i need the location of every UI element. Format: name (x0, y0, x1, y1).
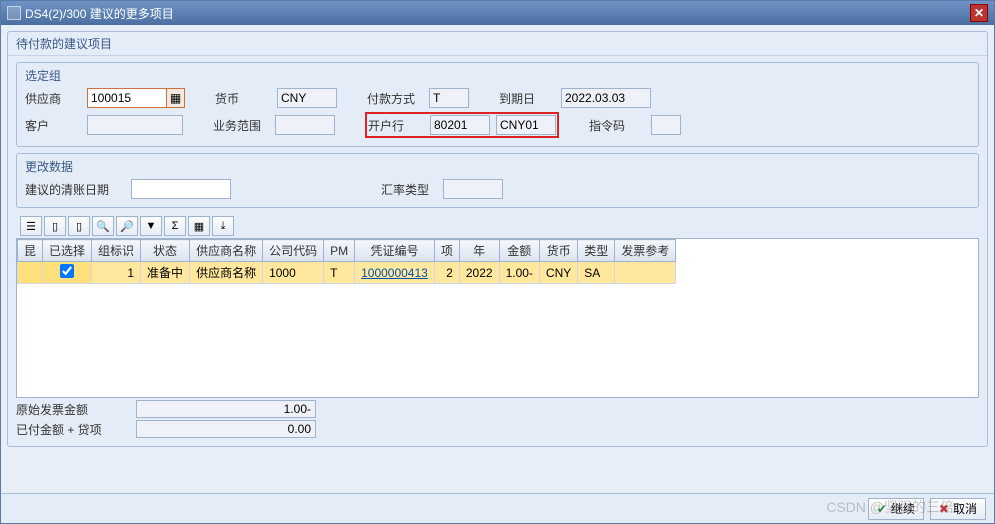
grid: 昆 已选择 组标识 状态 供应商名称 公司代码 PM 凭证编号 项 年 金额 货… (16, 238, 979, 398)
col-7[interactable]: 项 (434, 240, 459, 262)
bank-input-2[interactable] (496, 115, 556, 135)
duedate-input[interactable] (561, 88, 651, 108)
vendor-label: 供应商 (25, 90, 81, 107)
app-icon (7, 6, 21, 20)
currency-label: 货币 (215, 90, 271, 107)
bank-highlight: 开户行 (365, 112, 559, 138)
instr-input[interactable] (651, 115, 681, 135)
col-9[interactable]: 金额 (499, 240, 539, 262)
customer-label: 客户 (25, 117, 81, 134)
col-0[interactable]: 已选择 (43, 240, 92, 262)
vendor-f4-icon[interactable]: ▦ (167, 88, 185, 108)
cell-invref (615, 262, 676, 284)
tool-findnext-icon[interactable]: 🔎 (116, 216, 138, 236)
col-1[interactable]: 组标识 (92, 240, 141, 262)
col-3[interactable]: 供应商名称 (190, 240, 263, 262)
cell-item: 2 (434, 262, 459, 284)
orig-amount-value: 1.00- (136, 400, 316, 418)
col-11[interactable]: 类型 (578, 240, 615, 262)
bank-input-1[interactable] (430, 115, 490, 135)
col-6[interactable]: 凭证编号 (355, 240, 435, 262)
check-icon: ✔ (877, 502, 887, 516)
grid-header-row: 昆 已选择 组标识 状态 供应商名称 公司代码 PM 凭证编号 项 年 金额 货… (18, 240, 676, 262)
busarea-input[interactable] (275, 115, 335, 135)
tool-sort-asc-icon[interactable]: ▯ (44, 216, 66, 236)
dialog-window: DS4(2)/300 建议的更多项目 ✕ 待付款的建议项目 选定组 供应商 ▦ (0, 0, 995, 524)
cell-pm: T (324, 262, 355, 284)
paymethod-input[interactable] (429, 88, 469, 108)
cell-amount: 1.00- (499, 262, 539, 284)
customer-input[interactable] (87, 115, 183, 135)
cell-curr: CNY (539, 262, 577, 284)
main-group: 待付款的建议项目 选定组 供应商 ▦ 货币 (7, 31, 988, 447)
vendor-input[interactable] (87, 88, 167, 108)
col-8[interactable]: 年 (459, 240, 499, 262)
change-group: 更改数据 建议的清账日期 汇率类型 (16, 153, 979, 208)
row-checkbox[interactable] (60, 264, 74, 278)
cell-status: 准备中 (141, 262, 190, 284)
cell-company: 1000 (263, 262, 324, 284)
tool-find-icon[interactable]: 🔍 (92, 216, 114, 236)
grid-toolbar: ☰ ▯ ▯ 🔍 🔎 ▼ Σ ▦ ⤓ (16, 214, 979, 238)
col-5[interactable]: PM (324, 240, 355, 262)
orig-amount-label: 原始发票金额 (16, 401, 136, 418)
cell-year: 2022 (459, 262, 499, 284)
col-2[interactable]: 状态 (141, 240, 190, 262)
tool-sort-desc-icon[interactable]: ▯ (68, 216, 90, 236)
tool-details-icon[interactable]: ☰ (20, 216, 42, 236)
change-group-title: 更改数据 (25, 158, 970, 175)
paid-amount-label: 已付金额 + 贷项 (16, 421, 136, 438)
col-10[interactable]: 货币 (539, 240, 577, 262)
selection-group: 选定组 供应商 ▦ 货币 (16, 62, 979, 147)
ratetype-label: 汇率类型 (381, 181, 437, 198)
tool-layout-icon[interactable]: ▦ (188, 216, 210, 236)
paymethod-label: 付款方式 (367, 90, 423, 107)
bank-label: 开户行 (368, 117, 424, 134)
cleardate-input[interactable] (131, 179, 231, 199)
continue-button[interactable]: ✔ 继续 (868, 498, 924, 520)
col-12[interactable]: 发票参考 (615, 240, 676, 262)
tool-sum-icon[interactable]: Σ (164, 216, 186, 236)
currency-input[interactable] (277, 88, 337, 108)
dialog-footer: CSDN @坚强的三倍 ✔ 继续 ✖ 取消 (1, 493, 994, 523)
duedate-label: 到期日 (499, 90, 555, 107)
row-selector[interactable] (18, 262, 43, 284)
window-title: DS4(2)/300 建议的更多项目 (25, 5, 174, 22)
cell-vendor: 供应商名称 (190, 262, 263, 284)
cell-group: 1 (92, 262, 141, 284)
ratetype-input[interactable] (443, 179, 503, 199)
main-group-title: 待付款的建议项目 (8, 32, 987, 56)
table-row[interactable]: 1 准备中 供应商名称 1000 T 1000000413 2 2022 1.0… (18, 262, 676, 284)
col-4[interactable]: 公司代码 (263, 240, 324, 262)
cell-docno-link[interactable]: 1000000413 (361, 266, 428, 280)
selection-group-title: 选定组 (25, 67, 970, 84)
cancel-button[interactable]: ✖ 取消 (930, 498, 986, 520)
summary-block: 原始发票金额 1.00- 已付金额 + 贷项 0.00 (16, 400, 979, 438)
cancel-icon: ✖ (939, 502, 949, 516)
close-button[interactable]: ✕ (970, 4, 988, 22)
paid-amount-value: 0.00 (136, 420, 316, 438)
tool-export-icon[interactable]: ⤓ (212, 216, 234, 236)
titlebar: DS4(2)/300 建议的更多项目 ✕ (1, 1, 994, 25)
cell-type: SA (578, 262, 615, 284)
busarea-label: 业务范围 (213, 117, 269, 134)
instr-label: 指令码 (589, 117, 645, 134)
cleardate-label: 建议的清账日期 (25, 181, 125, 198)
col-rowsel[interactable]: 昆 (18, 240, 43, 262)
tool-filter-icon[interactable]: ▼ (140, 216, 162, 236)
